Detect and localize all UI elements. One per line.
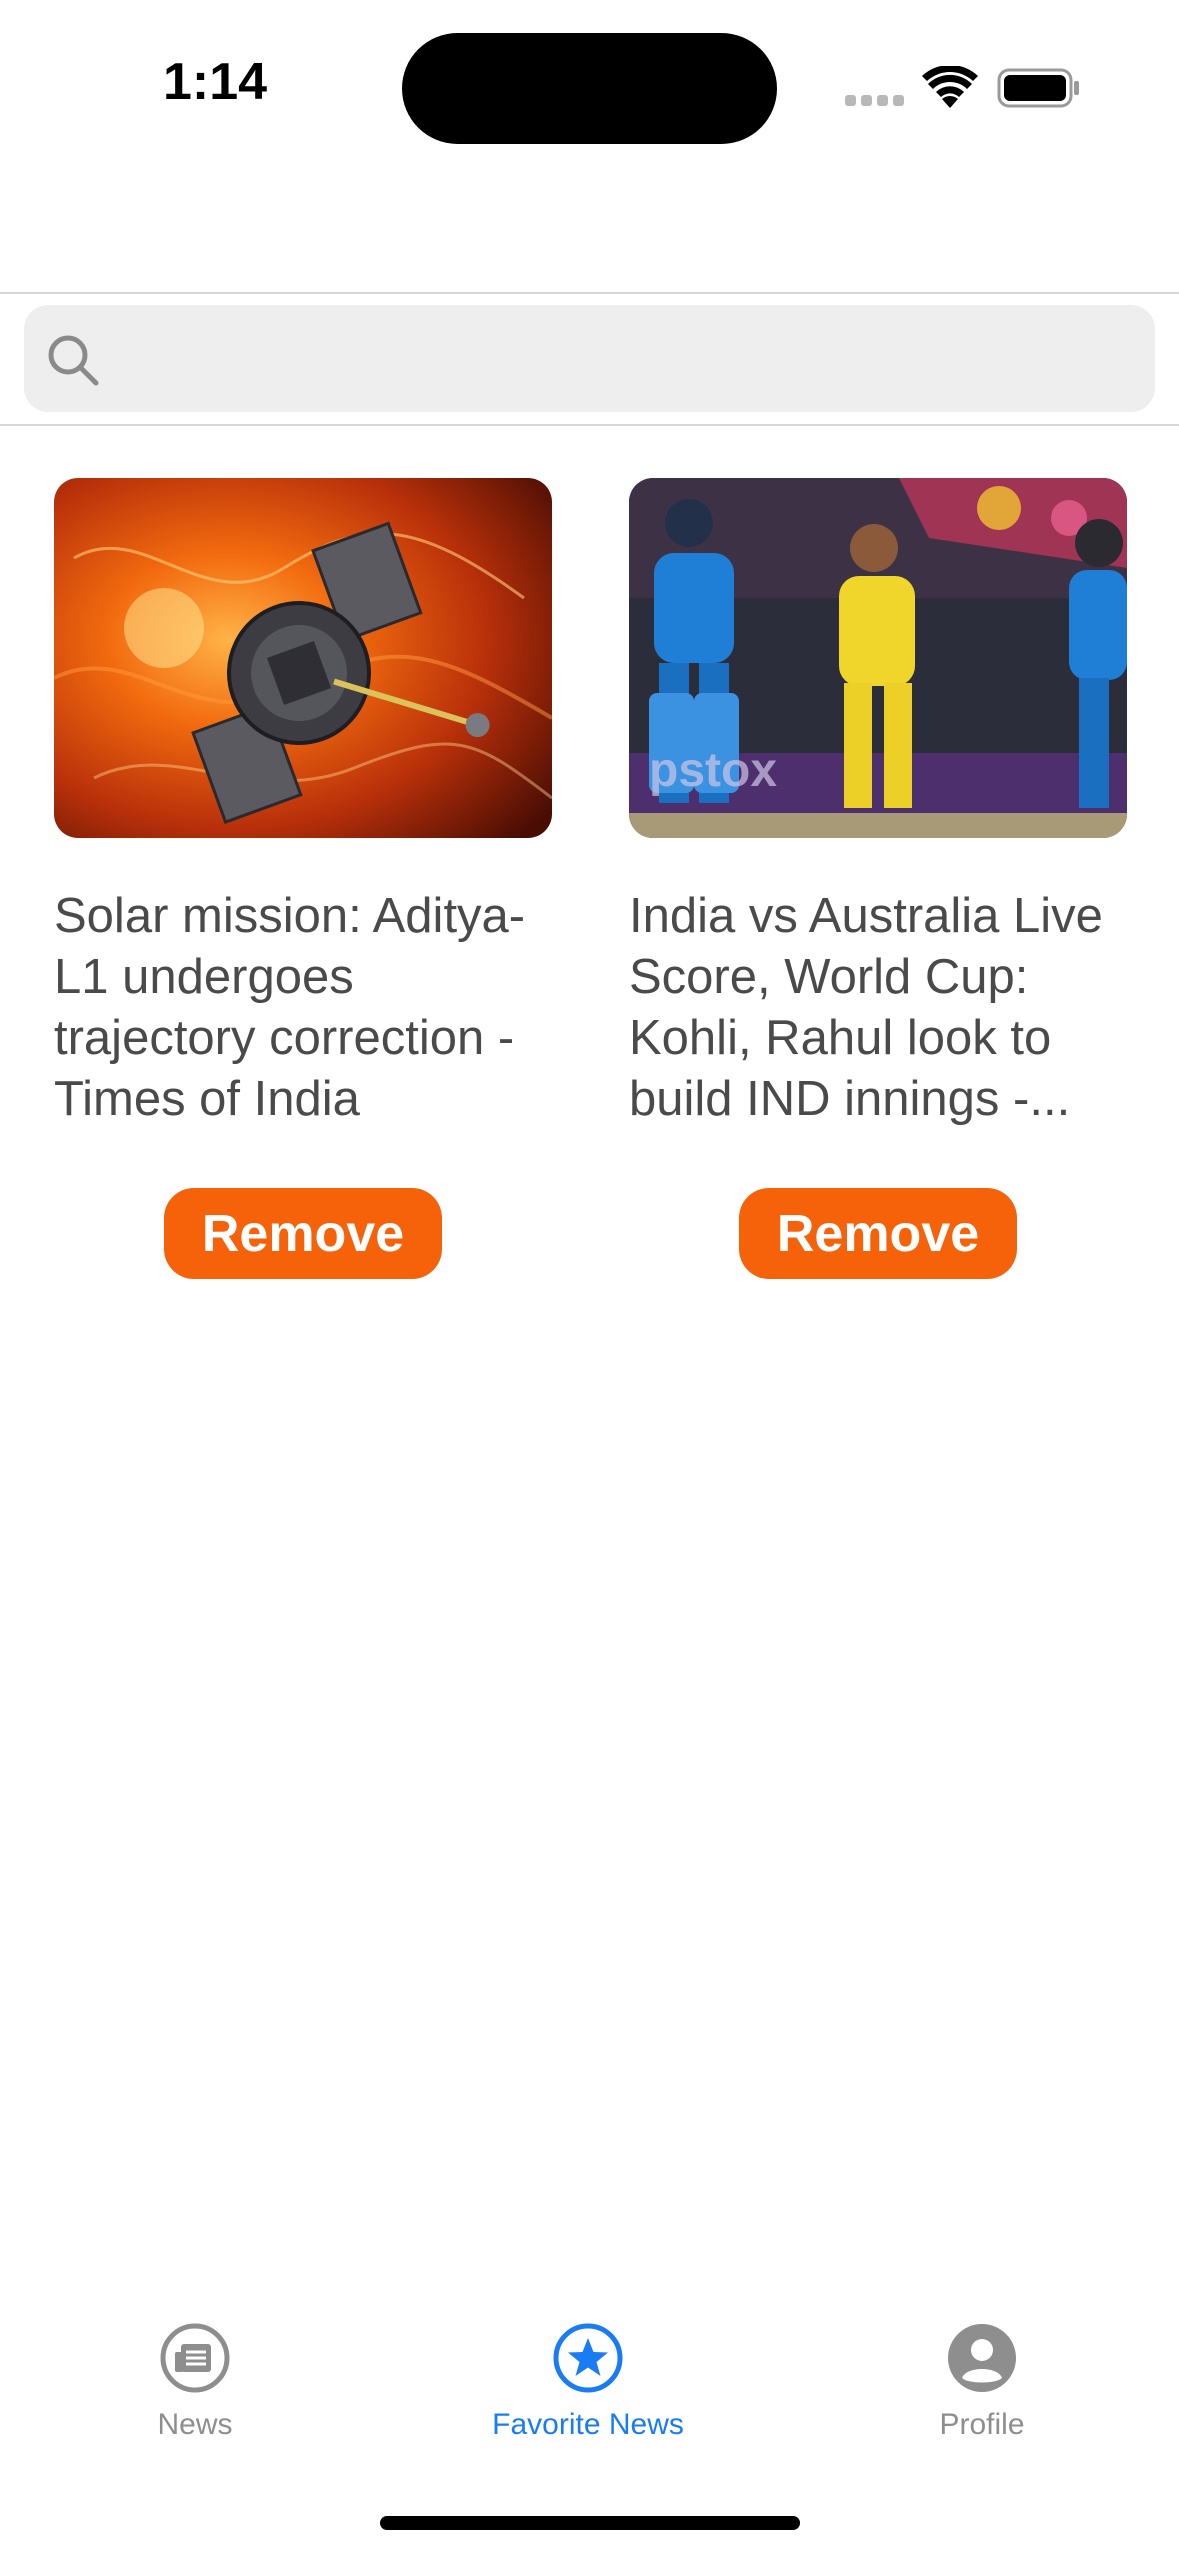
search-divider: [0, 424, 1179, 426]
search-input[interactable]: [114, 325, 1138, 393]
tab-label-profile: Profile: [939, 2408, 1025, 2441]
profile-icon: [948, 2324, 1016, 2392]
status-bar: 1:14: [0, 0, 1179, 180]
solar-probe-illustration: [54, 478, 552, 838]
favorite-card[interactable]: Solar mission: Aditya-L1 undergoes traje…: [54, 478, 552, 1279]
star-icon: [553, 2323, 623, 2393]
tab-news[interactable]: News: [45, 2322, 345, 2442]
search-field[interactable]: [24, 305, 1155, 412]
article-image-cricket[interactable]: pstox: [629, 478, 1127, 838]
article-title: Solar mission: Aditya-L1 undergoes traje…: [54, 889, 526, 1126]
tab-label-favorite-news: Favorite News: [492, 2408, 684, 2441]
article-image-solar[interactable]: [54, 478, 552, 838]
newspaper-icon: [160, 2323, 230, 2393]
remove-button[interactable]: Remove: [164, 1188, 442, 1279]
status-time: 1:14: [162, 53, 268, 111]
cellular-signal-icon: [845, 95, 905, 107]
wifi-icon: [922, 66, 978, 108]
dynamic-island: [402, 33, 777, 144]
tab-profile[interactable]: Profile: [832, 2322, 1132, 2442]
cricket-players-illustration: pstox: [629, 478, 1127, 838]
battery-icon: [997, 68, 1079, 108]
nav-divider-top: [0, 292, 1179, 294]
search-icon: [48, 335, 99, 386]
svg-text:pstox: pstox: [649, 744, 777, 797]
remove-button[interactable]: Remove: [739, 1188, 1017, 1279]
article-title: India vs Australia Live Score, World Cup…: [629, 889, 1103, 1126]
home-indicator[interactable]: [380, 2516, 800, 2530]
favorite-card[interactable]: pstox India vs Australia Live Score, Wor…: [629, 478, 1127, 1279]
tab-label-news: News: [157, 2408, 233, 2441]
tab-favorite-news[interactable]: Favorite News: [438, 2322, 738, 2442]
